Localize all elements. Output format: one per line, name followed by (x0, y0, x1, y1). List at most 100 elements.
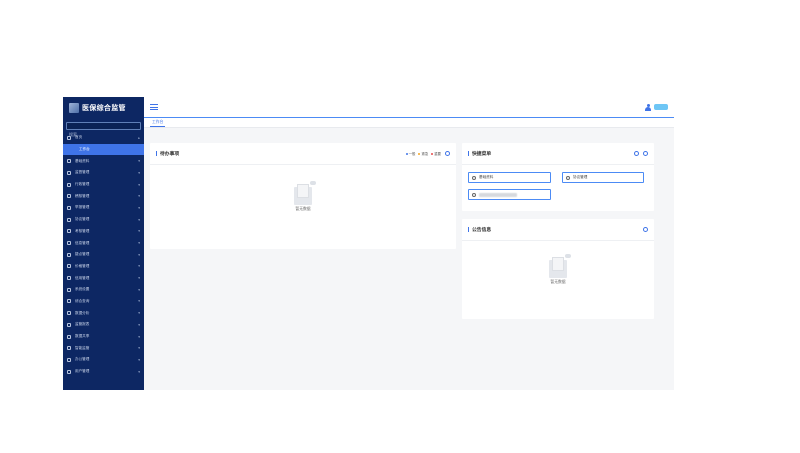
clipboard-icon (67, 194, 71, 199)
todo-card: 待办事项 一般 紧急 重要 暂无数据 (150, 143, 456, 249)
quick-item-3[interactable] (468, 189, 551, 200)
empty-illustration-icon (545, 254, 571, 278)
todo-title: 待办事项 (156, 150, 179, 157)
topbar-user (645, 103, 668, 111)
sidebar-item-label: 系统设置 (75, 287, 90, 292)
sidebar-item[interactable]: 用户管理 ▾ (63, 366, 144, 378)
sidebar-item-label: 办公管理 (75, 357, 90, 362)
sidebar-item-label: 数据共享 (75, 334, 90, 339)
sidebar-item-label: 用户管理 (75, 369, 90, 374)
sidebar-item[interactable]: 办公管理 ▾ (63, 354, 144, 366)
chevron-down-icon: ▾ (138, 357, 140, 362)
search-icon (472, 192, 476, 197)
sidebar-item[interactable]: 疑点管理 ▾ (63, 249, 144, 261)
briefcase-icon (67, 182, 71, 187)
sidebar-item[interactable]: 行政管理 ▾ (63, 179, 144, 191)
sidebar-item-label: 信息管理 (75, 240, 90, 245)
sidebar-item[interactable]: 信息管理 ▾ (63, 237, 144, 249)
todo-legend: 一般 紧急 重要 (405, 151, 441, 156)
sidebar-item[interactable]: 数据共享 ▾ (63, 331, 144, 343)
chevron-down-icon: ▾ (138, 334, 140, 339)
sidebar-item-label: 价格管理 (75, 263, 90, 268)
sidebar-item[interactable]: 监督管理 ▾ (63, 167, 144, 179)
legend-dot-icon (431, 153, 434, 155)
sidebar-item[interactable]: 协议管理 ▾ (63, 214, 144, 226)
chevron-down-icon: ▾ (138, 264, 140, 269)
search-icon (566, 175, 570, 180)
user-avatar-icon[interactable] (645, 103, 651, 111)
quick-item-label: 协议管理 (573, 175, 588, 179)
quick-tools (634, 151, 648, 156)
sidebar-item[interactable]: 基础资料 ▾ (63, 155, 144, 167)
refresh-icon[interactable] (634, 151, 639, 156)
sidebar-item-label: 基础资料 (75, 158, 90, 163)
tab-bar: 工作台 (144, 118, 674, 128)
legend-item: 一般 (405, 151, 415, 156)
settings-icon[interactable] (643, 151, 648, 156)
legend-label: 重要 (434, 152, 441, 156)
notice-title: 公告信息 (468, 226, 491, 233)
sidebar-item[interactable]: 信用管理 ▾ (63, 272, 144, 284)
sidebar-item-label: 协议管理 (75, 217, 90, 222)
sidebar-item[interactable]: 智能监管 ▾ (63, 342, 144, 354)
user-icon (67, 369, 71, 374)
chevron-down-icon: ▾ (138, 322, 140, 327)
sidebar: 医保综合监管 首页▾工作台基础资料▾监督管理▾行政管理▾稽核管理▾举报管理▾协议… (63, 97, 144, 390)
sidebar-item-label: 监督管理 (75, 170, 90, 175)
sidebar-item[interactable]: 数据分析 ▾ (63, 307, 144, 319)
sidebar-item-label: 疑点管理 (75, 252, 90, 257)
sidebar-item[interactable]: 考核管理 ▾ (63, 226, 144, 238)
refresh-icon[interactable] (643, 227, 648, 232)
sidebar-item-label: 监管报表 (75, 322, 90, 327)
quick-item-1[interactable]: 基础资料 (468, 172, 551, 183)
sidebar-item-label: 数据分析 (75, 310, 90, 315)
sidebar-item-label: 举报管理 (75, 205, 90, 210)
legend-item: 紧急 (418, 151, 428, 156)
sidebar-item[interactable]: 监管报表 ▾ (63, 319, 144, 331)
robot-icon (67, 346, 71, 351)
sidebar-item[interactable]: 首页 ▾ (63, 132, 144, 144)
chevron-down-icon: ▾ (138, 311, 140, 316)
refresh-icon[interactable] (445, 151, 450, 156)
sidebar-item[interactable]: 系统设置 ▾ (63, 284, 144, 296)
tab-workbench[interactable]: 工作台 (150, 119, 166, 127)
quick-card: 快捷菜单 基础资料 协议管理 (462, 143, 654, 211)
alert-icon (67, 252, 71, 257)
sidebar-item[interactable]: 稽核管理 ▾ (63, 190, 144, 202)
todo-tools: 一般 紧急 重要 (405, 151, 450, 156)
notice-card-header: 公告信息 (462, 219, 654, 241)
notice-tools (643, 227, 648, 232)
tag-icon (67, 264, 71, 269)
quick-title: 快捷菜单 (468, 150, 491, 157)
chevron-down-icon: ▾ (138, 194, 140, 199)
sidebar-search[interactable] (66, 122, 141, 138)
sidebar-item-label: 工作台 (79, 147, 90, 152)
chevron-down-icon: ▾ (138, 205, 140, 210)
topbar (144, 97, 674, 118)
chevron-down-icon: ▾ (138, 287, 140, 292)
sidebar-item-label: 首页 (75, 135, 83, 140)
chevron-down-icon: ▾ (138, 135, 140, 140)
chevron-down-icon: ▾ (138, 299, 140, 304)
quick-item-2[interactable]: 协议管理 (562, 172, 644, 183)
main-area: 工作台 待办事项 一般 紧急 重要 暂无数据 快捷菜单 基础资料 协议管理 公告… (144, 97, 674, 390)
empty-illustration-icon (290, 181, 316, 205)
database-icon (67, 159, 71, 164)
menu-toggle-icon[interactable] (150, 104, 158, 110)
app-title: 医保综合监管 (82, 105, 126, 112)
search-icon (472, 175, 476, 180)
legend-dot-icon (405, 153, 408, 155)
report-icon (67, 322, 71, 327)
sidebar-item-label: 考核管理 (75, 228, 90, 233)
user-name-pill[interactable] (654, 104, 668, 110)
flag-icon (67, 205, 71, 210)
quick-item-label: 基础资料 (479, 175, 494, 179)
chevron-down-icon: ▾ (138, 369, 140, 374)
blurred-label (479, 192, 517, 197)
sidebar-item[interactable]: 价格管理 ▾ (63, 261, 144, 273)
quick-card-header: 快捷菜单 (462, 143, 654, 165)
sidebar-item[interactable]: 举报管理 ▾ (63, 202, 144, 214)
sidebar-item[interactable]: 综合查询 ▾ (63, 296, 144, 308)
search-icon (67, 299, 71, 304)
sidebar-item[interactable]: 工作台 (63, 143, 144, 156)
